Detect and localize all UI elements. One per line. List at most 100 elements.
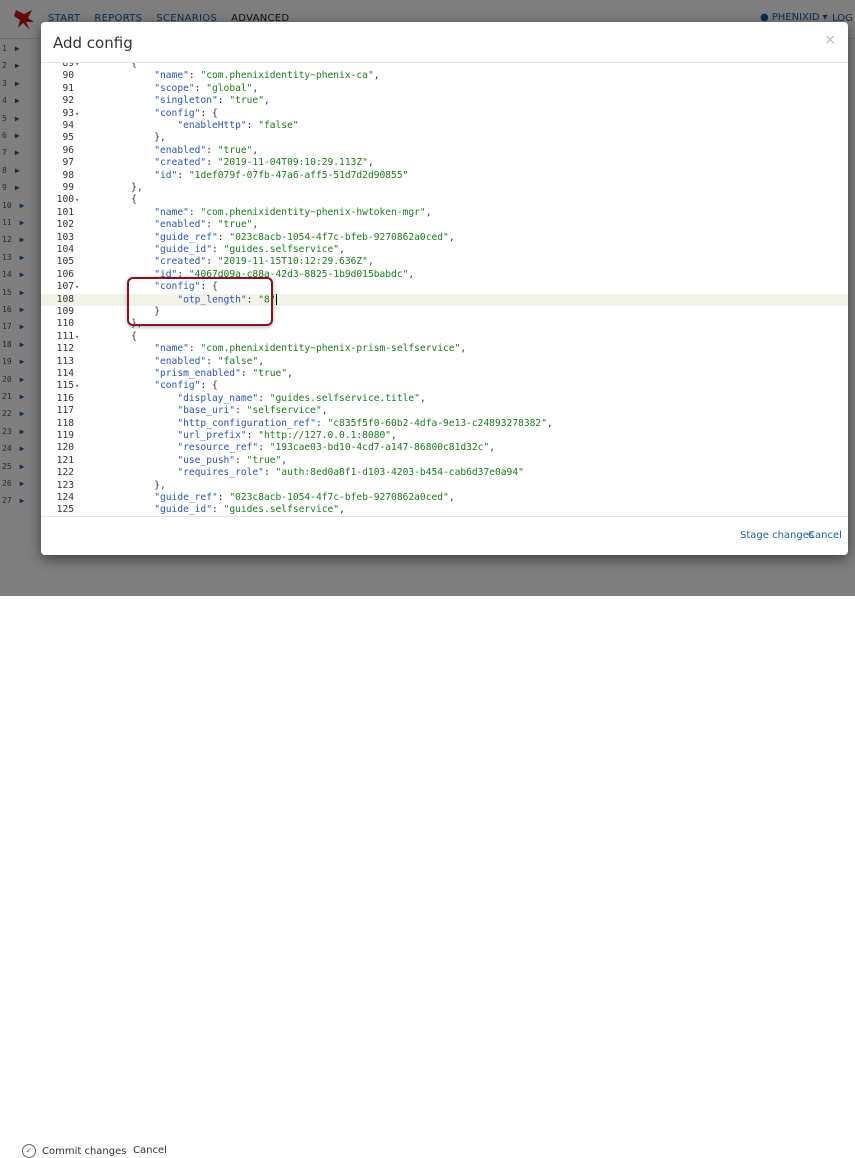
code-line[interactable]: 101 "name": "com.phenixidentity~phenix-h… (41, 207, 848, 219)
modal-title: Add config (53, 34, 133, 52)
line-number: 112 (56, 343, 74, 355)
line-number: 124 (56, 492, 74, 503)
code-line[interactable]: 120 "resource_ref": "193cae03-bd10-4cd7-… (41, 442, 848, 454)
fold-arrow-icon[interactable]: ▾ (75, 194, 79, 206)
line-number: 89 (62, 63, 74, 69)
code-text: { (108, 194, 137, 206)
code-text: "id": "1def079f-07fb-47a6-aff5-51d7d2d90… (154, 169, 409, 181)
code-text: "scope": "global", (154, 82, 259, 94)
bottom-cancel-button[interactable]: Cancel (133, 1145, 167, 1156)
code-line[interactable]: 93 ▾ "config": { (41, 108, 848, 120)
fold-arrow-icon[interactable]: ▾ (75, 63, 79, 70)
code-text: "created": "2019-11-15T10:12:29.636Z", (154, 256, 374, 268)
line-number: 113 (56, 355, 74, 367)
code-line[interactable]: 92 "singleton": "true", (41, 95, 848, 107)
code-line[interactable]: 114 "prism_enabled": "true", (41, 368, 848, 380)
line-number: 110 (56, 318, 74, 330)
line-number: 118 (56, 417, 74, 429)
modal-footer-divider (41, 516, 848, 517)
line-number: 93 (62, 107, 74, 119)
line-number: 98 (62, 169, 74, 181)
code-text: "enabled": "false", (154, 355, 264, 367)
line-number: 114 (56, 368, 74, 379)
add-config-modal: Add config × 89 ▾ {90 "name": "com.phenix… (41, 22, 848, 555)
code-text: "created": "2019-11-04T09:10:29.113Z", (154, 157, 374, 169)
line-number: 111 (56, 330, 74, 342)
code-text: "name": "com.phenixidentity~phenix-ca", (154, 70, 380, 82)
line-number: 95 (62, 132, 74, 144)
commit-changes-button[interactable]: ✓ Commit changes (22, 1144, 126, 1158)
code-line[interactable]: 97 "created": "2019-11-04T09:10:29.113Z"… (41, 157, 848, 169)
code-line[interactable]: 99 }, (41, 182, 848, 194)
code-line[interactable]: 94 "enableHttp": "false" (41, 120, 848, 132)
fold-arrow-icon[interactable]: ▾ (75, 380, 79, 392)
line-number: 106 (56, 268, 74, 280)
line-number: 108 (56, 293, 74, 305)
close-icon[interactable]: × (824, 32, 836, 48)
line-number: 116 (56, 392, 74, 404)
fold-arrow-icon[interactable]: ▾ (75, 281, 79, 293)
code-line[interactable]: 123 }, (41, 480, 848, 492)
code-line[interactable]: 113 "enabled": "false", (41, 356, 848, 368)
code-line[interactable]: 124 "guide_ref": "023c8acb-1054-4f7c-bfe… (41, 492, 848, 504)
line-number: 90 (62, 70, 74, 82)
code-line[interactable]: 122 "requires_role": "auth:8ed0a8f1-d103… (41, 467, 848, 479)
line-number: 104 (56, 244, 74, 255)
code-text: "config": { (154, 107, 218, 119)
modal-cancel-button[interactable]: Cancel (808, 530, 842, 541)
code-text: }, (108, 182, 143, 193)
line-number: 96 (62, 144, 74, 156)
line-number: 94 (62, 120, 74, 131)
code-line[interactable]: 95 }, (41, 132, 848, 144)
code-line[interactable]: 98 "id": "1def079f-07fb-47a6-aff5-51d7d2… (41, 170, 848, 182)
line-number: 122 (56, 467, 74, 479)
code-line[interactable]: 103 "guide_ref": "023c8acb-1054-4f7c-bfe… (41, 232, 848, 244)
code-line[interactable]: 116 "display_name": "guides.selfservice.… (41, 393, 848, 405)
code-text: "enabled": "true", (154, 219, 259, 231)
code-line[interactable]: 119 "url_prefix": "http://127.0.0.1:8080… (41, 430, 848, 442)
code-line[interactable]: 111 ▾ { (41, 331, 848, 343)
code-text: "use_push": "true", (177, 454, 288, 466)
code-text: "name": "com.phenixidentity~phenix-hwtok… (154, 206, 432, 218)
code-line[interactable]: 115 ▾ "config": { (41, 380, 848, 392)
fold-arrow-icon[interactable]: ▾ (75, 331, 79, 343)
line-number: 121 (56, 454, 74, 466)
code-line[interactable]: 112 "name": "com.phenixidentity~phenix-p… (41, 343, 848, 355)
line-number: 91 (62, 82, 74, 94)
line-number: 107 (56, 281, 74, 293)
line-number: 125 (56, 504, 74, 516)
code-line[interactable]: 91 "scope": "global", (41, 83, 848, 95)
line-number: 117 (56, 405, 74, 417)
code-line[interactable]: 117 "base_uri": "selfservice", (41, 405, 848, 417)
stage-changes-button[interactable]: Stage changes (740, 530, 814, 541)
code-text: "requires_role": "auth:8ed0a8f1-d103-420… (177, 467, 524, 479)
code-line[interactable]: 89 ▾ { (41, 63, 848, 70)
line-number: 119 (56, 430, 74, 441)
line-number: 102 (56, 219, 74, 231)
code-line[interactable]: 105 "created": "2019-11-15T10:12:29.636Z… (41, 256, 848, 268)
code-line[interactable]: 96 "enabled": "true", (41, 145, 848, 157)
code-text: "guide_id": "guides.selfservice", (154, 504, 345, 516)
line-number: 97 (62, 157, 74, 169)
code-text: "url_prefix": "http://127.0.0.1:8080", (177, 430, 397, 441)
code-text: "display_name": "guides.selfservice.titl… (177, 392, 426, 404)
code-text: "prism_enabled": "true", (154, 368, 293, 379)
fold-arrow-icon[interactable]: ▾ (75, 108, 79, 120)
code-text: "base_uri": "selfservice", (177, 405, 328, 417)
check-circle-icon: ✓ (22, 1144, 36, 1158)
code-line[interactable]: 118 "http_configuration_ref": "c835f5f0-… (41, 418, 848, 430)
line-number: 123 (56, 479, 74, 491)
code-text: "guide_ref": "023c8acb-1054-4f7c-bfeb-92… (154, 231, 455, 243)
code-text: { (108, 330, 137, 342)
code-line[interactable]: 121 "use_push": "true", (41, 455, 848, 467)
code-text: "guide_ref": "023c8acb-1054-4f7c-bfeb-92… (154, 492, 455, 503)
code-line[interactable]: 90 "name": "com.phenixidentity~phenix-ca… (41, 70, 848, 82)
code-line[interactable]: 104 "guide_id": "guides.selfservice", (41, 244, 848, 256)
line-number: 101 (56, 206, 74, 218)
code-line[interactable]: 100 ▾ { (41, 194, 848, 206)
commit-label: Commit changes (42, 1145, 127, 1157)
line-number: 109 (56, 306, 74, 317)
line-number: 100 (56, 194, 74, 206)
code-line[interactable]: 125 "guide_id": "guides.selfservice", (41, 504, 848, 516)
code-line[interactable]: 102 "enabled": "true", (41, 219, 848, 231)
